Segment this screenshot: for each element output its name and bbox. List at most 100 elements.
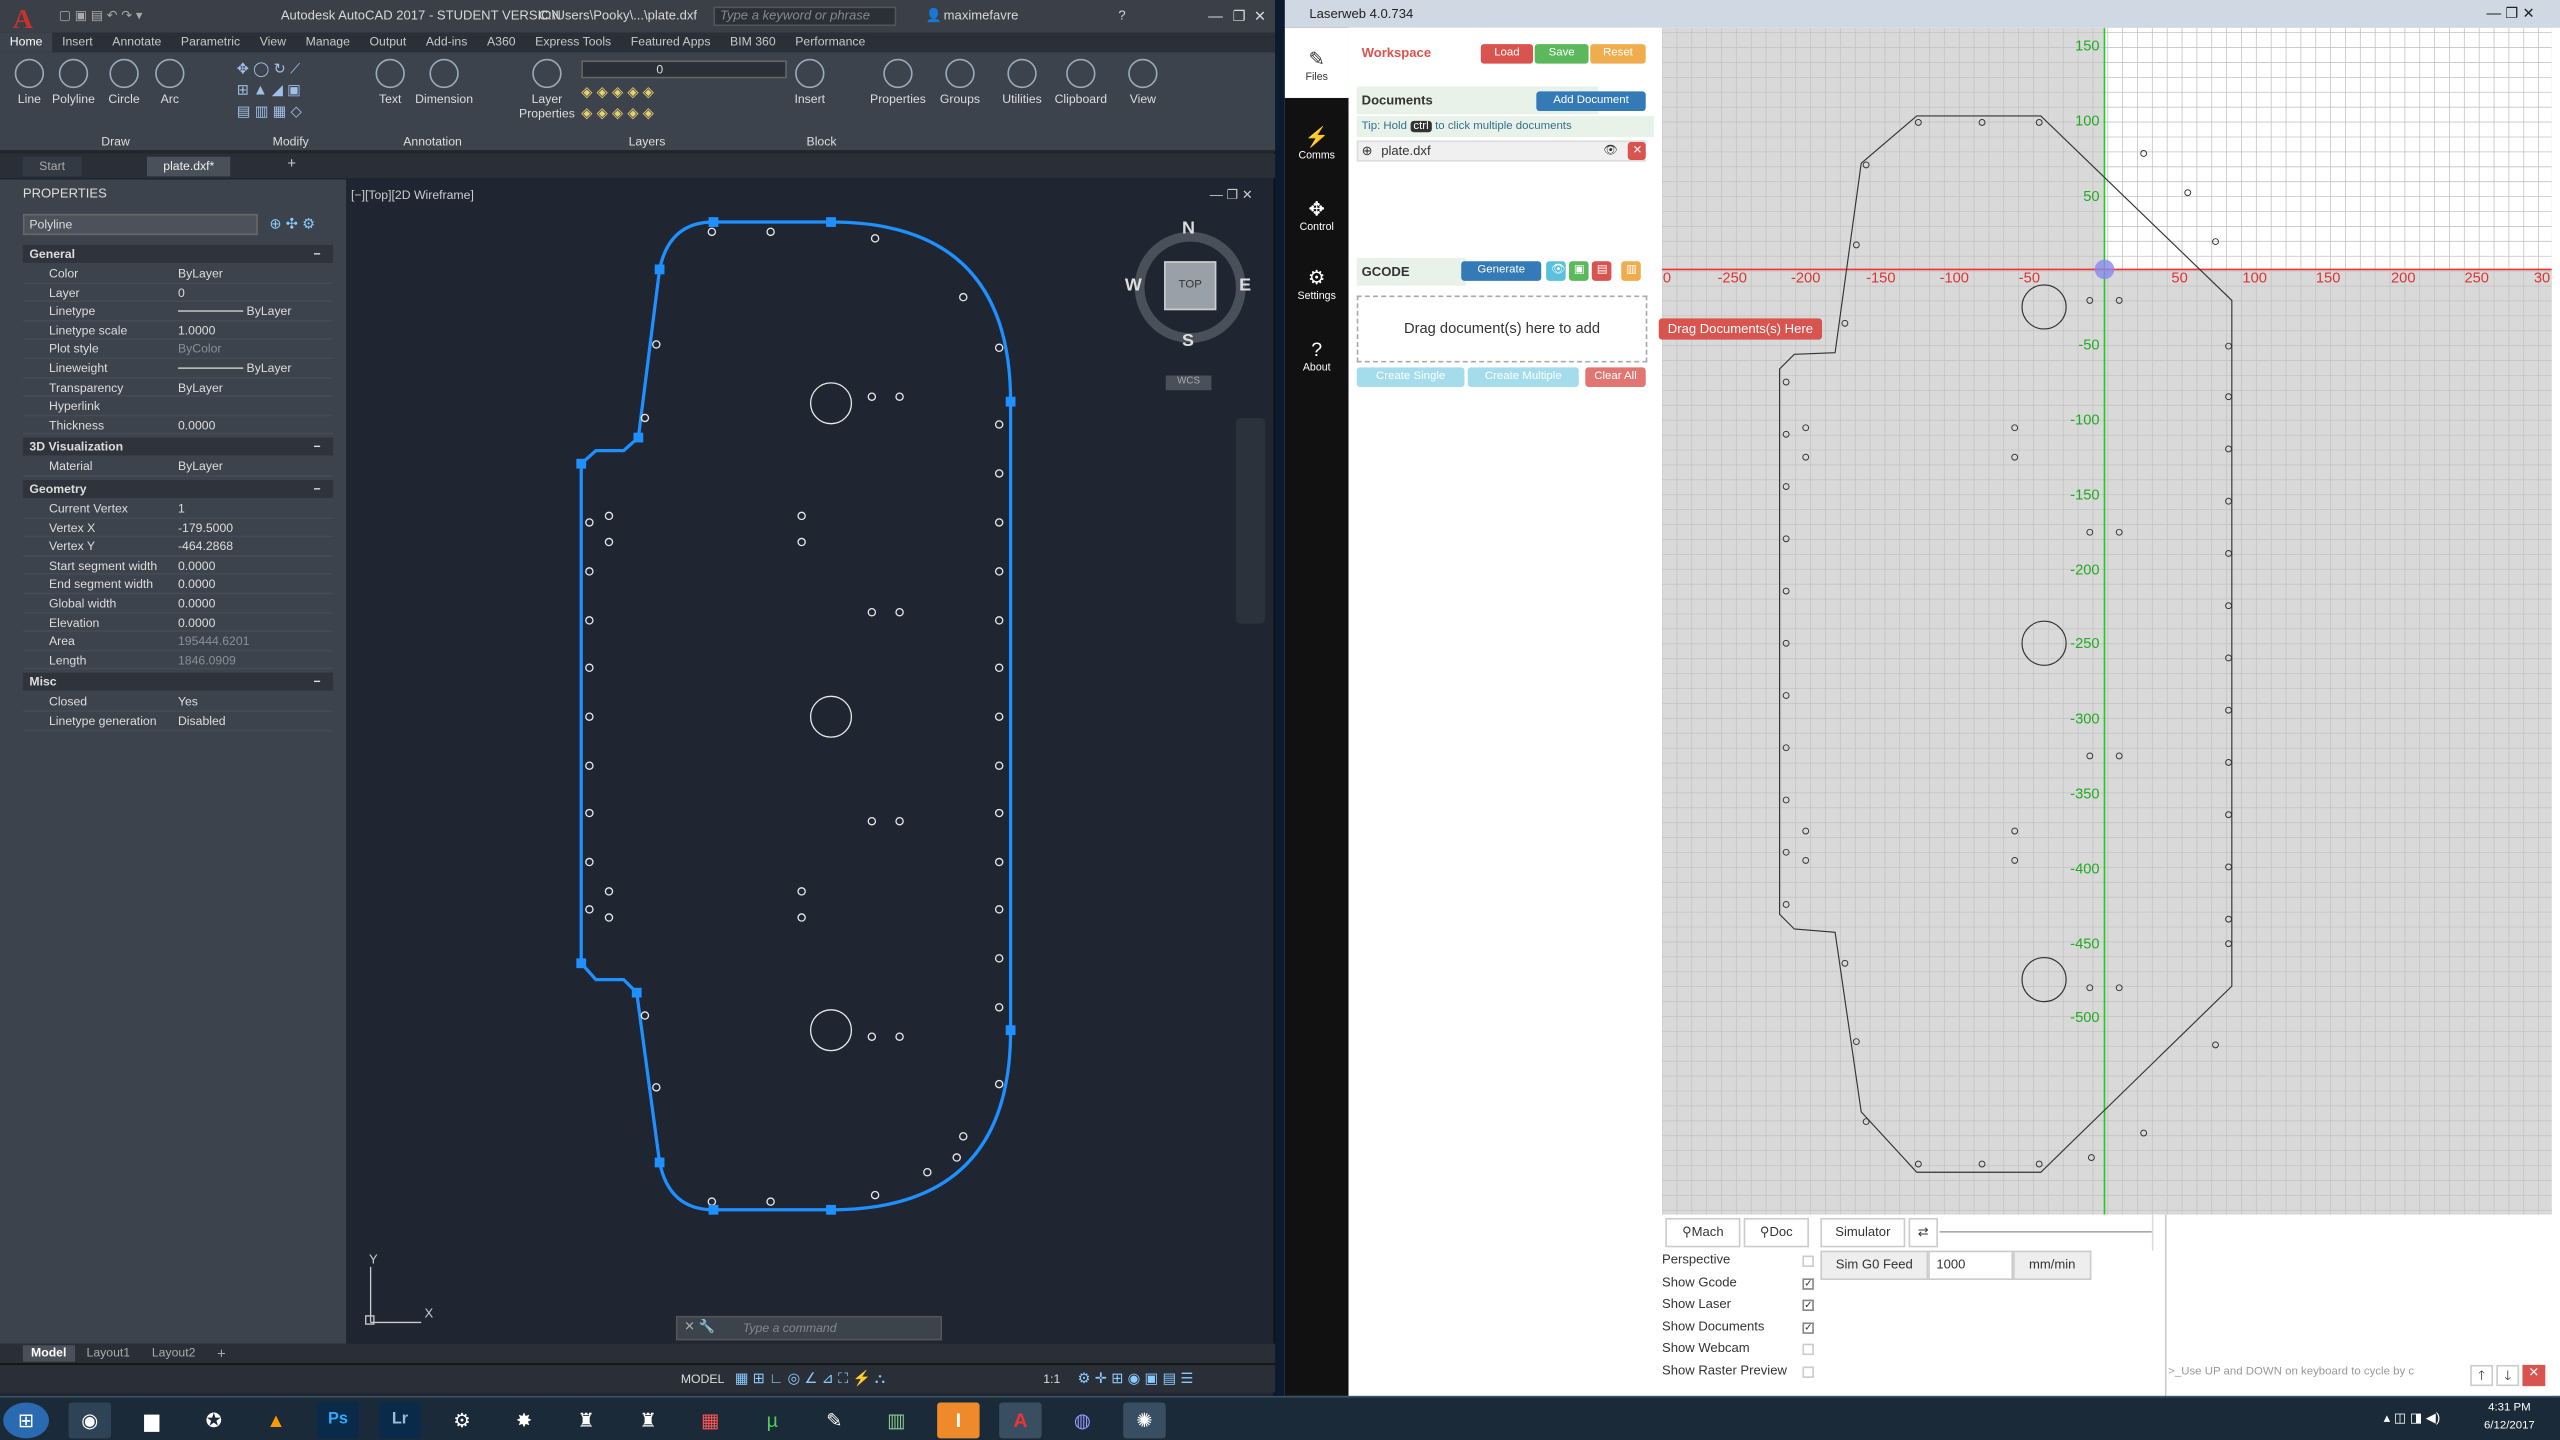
compass-west[interactable]: W: [1125, 276, 1142, 296]
nav-about[interactable]: ? About: [1285, 338, 1349, 374]
tab-layout1[interactable]: Layout1: [78, 1345, 138, 1361]
modify-tool-icons[interactable]: ✥ ◯ ↻ ⟋ ⊞ ▲ ◢ ▣ ▤ ▥ ▦ ◇: [237, 59, 368, 124]
tool-clipboard[interactable]: Clipboard: [1048, 58, 1113, 106]
add-document-button[interactable]: Add Document: [1536, 91, 1646, 112]
app-grid-icon[interactable]: ▦: [689, 1402, 731, 1438]
viewport-window-buttons[interactable]: — ❐ ✕: [1210, 188, 1253, 203]
property-row[interactable]: Vertex Y -464.2868: [22, 537, 334, 557]
simulator-toggle-icon[interactable]: ⇄: [1908, 1217, 1938, 1248]
tab-start[interactable]: Start: [22, 156, 82, 177]
start-button[interactable]: ⊞: [3, 1402, 49, 1439]
section-3d-visualization[interactable]: 3D Visualization −: [22, 438, 334, 457]
ribbon-tab-manage[interactable]: Manage: [296, 33, 360, 53]
create-multiple-button[interactable]: Create Multiple: [1467, 367, 1579, 387]
compass-south[interactable]: S: [1182, 331, 1194, 351]
console-clear-button[interactable]: ✕: [2522, 1364, 2546, 1387]
collapse-icon[interactable]: −: [313, 480, 320, 498]
property-value[interactable]: -179.5000: [178, 519, 233, 538]
clear-all-button[interactable]: Clear All: [1585, 367, 1646, 387]
model-space-button[interactable]: MODEL: [681, 1371, 725, 1386]
mach-button[interactable]: ⚲Mach: [1665, 1217, 1741, 1248]
collapse-icon[interactable]: −: [313, 438, 320, 456]
option-checkbox[interactable]: [1802, 1255, 1814, 1267]
option-show-documents[interactable]: Show Documents ✓: [1662, 1318, 1817, 1338]
property-value[interactable]: Yes: [178, 693, 198, 712]
property-value[interactable]: 0.0000: [178, 575, 215, 594]
property-row[interactable]: Length 1846.0909: [22, 651, 334, 670]
workspace-3d-view[interactable]: 0 -250 -200 -150 -100 -50 50 100 150 200 250 30 150 1…: [1662, 27, 2552, 1215]
command-close-icon[interactable]: ✕ 🔧: [684, 1319, 715, 1334]
generate-button[interactable]: Generate: [1461, 261, 1542, 281]
compass-east[interactable]: E: [1239, 276, 1251, 296]
new-tab-button[interactable]: +: [287, 155, 296, 171]
property-value[interactable]: ByLayer: [247, 359, 292, 378]
nav-files[interactable]: ✎ Files: [1284, 27, 1349, 98]
panel-draw[interactable]: Draw: [101, 134, 130, 149]
game-icon-2[interactable]: ♜: [565, 1402, 607, 1438]
lightroom-icon[interactable]: Lr: [378, 1402, 422, 1439]
nav-settings[interactable]: ⚙ Settings: [1285, 266, 1349, 302]
viewcube-top[interactable]: TOP: [1164, 261, 1217, 311]
status-toggle-icons[interactable]: ▦ ⊞ ∟ ◎ ∠ ⊿ ⛶ ⚡ ⛬: [735, 1370, 885, 1388]
property-row[interactable]: Plot style ByColor: [22, 340, 334, 360]
ribbon-tab-insert[interactable]: Insert: [52, 33, 102, 53]
ribbon-tab-annotate[interactable]: Annotate: [102, 33, 171, 53]
save-gcode-icon[interactable]: ▣: [1568, 261, 1589, 281]
option-checkbox[interactable]: ✓: [1802, 1299, 1814, 1312]
clear-gcode-icon[interactable]: ▥: [1621, 261, 1641, 281]
console-input[interactable]: >_Use UP and DOWN on keyboard to cycle b…: [2168, 1367, 2470, 1387]
property-row[interactable]: Area 195444.6201: [22, 632, 334, 651]
help-icon[interactable]: ?: [1118, 0, 1125, 33]
chrome-icon[interactable]: ◉: [68, 1402, 112, 1439]
drawing-canvas[interactable]: YX: [347, 179, 1274, 1344]
annotation-scale[interactable]: 1:1: [1043, 1371, 1060, 1386]
navigation-bar[interactable]: [1235, 417, 1266, 624]
ribbon-tab-parametric[interactable]: Parametric: [171, 33, 250, 53]
panel-block[interactable]: Block: [807, 134, 837, 149]
layer-tool-icons[interactable]: ◈ ◈ ◈ ◈ ◈ ◈ ◈ ◈ ◈ ◈: [581, 82, 695, 131]
console-down-button[interactable]: 🡓: [2496, 1364, 2520, 1387]
simulator-slider[interactable]: [1939, 1231, 2152, 1233]
lw-window-controls[interactable]: — ❐ ✕: [2487, 0, 2535, 28]
option-checkbox[interactable]: ✓: [1802, 1277, 1814, 1289]
option-show-gcode[interactable]: Show Gcode ✓: [1662, 1274, 1817, 1294]
ribbon-tab-featured-apps[interactable]: Featured Apps: [621, 33, 720, 53]
clock-time[interactable]: 4:31 PM: [2485, 1402, 2534, 1413]
nav-comms[interactable]: ⚡ Comms: [1285, 126, 1349, 162]
collapse-icon[interactable]: −: [313, 673, 320, 691]
property-row[interactable]: Hyperlink: [22, 397, 334, 416]
steam-icon[interactable]: ⚙: [441, 1402, 483, 1438]
expand-icon[interactable]: ⊕: [1362, 142, 1373, 160]
option-checkbox[interactable]: [1802, 1343, 1814, 1356]
panel-modify[interactable]: Modify: [273, 134, 309, 149]
property-value[interactable]: ByColor: [178, 340, 222, 359]
wcs-menu[interactable]: WCS: [1165, 375, 1212, 391]
property-value[interactable]: 0: [178, 283, 185, 302]
collapse-icon[interactable]: −: [313, 245, 320, 263]
application-menu-button[interactable]: A: [0, 0, 46, 34]
minimize-button[interactable]: —: [1208, 0, 1223, 33]
maximize-button[interactable]: ❐: [1233, 0, 1246, 33]
viewport-controls[interactable]: [−][Top][2D Wireframe]: [351, 188, 474, 203]
ribbon-tab-home[interactable]: Home: [0, 32, 53, 53]
user-icon[interactable]: 👤: [926, 0, 942, 33]
ribbon-tab-express-tools[interactable]: Express Tools: [525, 33, 621, 53]
property-value[interactable]: 1.0000: [178, 321, 215, 340]
property-value[interactable]: 0.0000: [178, 594, 215, 613]
sim-feed-input[interactable]: 1000: [1928, 1250, 2014, 1280]
layer-dropdown[interactable]: 0: [581, 60, 787, 79]
tool-layer-properties[interactable]: Layer Properties: [514, 58, 579, 121]
utorrent-icon[interactable]: µ: [751, 1402, 793, 1438]
option-show-raster-preview[interactable]: Show Raster Preview: [1662, 1362, 1817, 1382]
game-icon-1[interactable]: ✸: [503, 1402, 545, 1438]
property-row[interactable]: Linetype ByLayer: [22, 302, 334, 322]
property-row[interactable]: End segment width 0.0000: [22, 575, 334, 595]
workspace-grid-svg[interactable]: 0 -250 -200 -150 -100 -50 50 100 150 200 250 30 150 1…: [1662, 27, 2552, 1215]
console-up-button[interactable]: 🡑: [2470, 1364, 2494, 1387]
vlc-icon[interactable]: ▲: [255, 1402, 297, 1438]
property-row[interactable]: Elevation 0.0000: [22, 613, 334, 632]
property-row[interactable]: Material ByLayer: [22, 458, 334, 477]
photoshop-icon[interactable]: Ps: [316, 1402, 360, 1439]
tool-groups[interactable]: Groups: [927, 58, 992, 106]
option-show-laser[interactable]: Show Laser ✓: [1662, 1296, 1817, 1316]
